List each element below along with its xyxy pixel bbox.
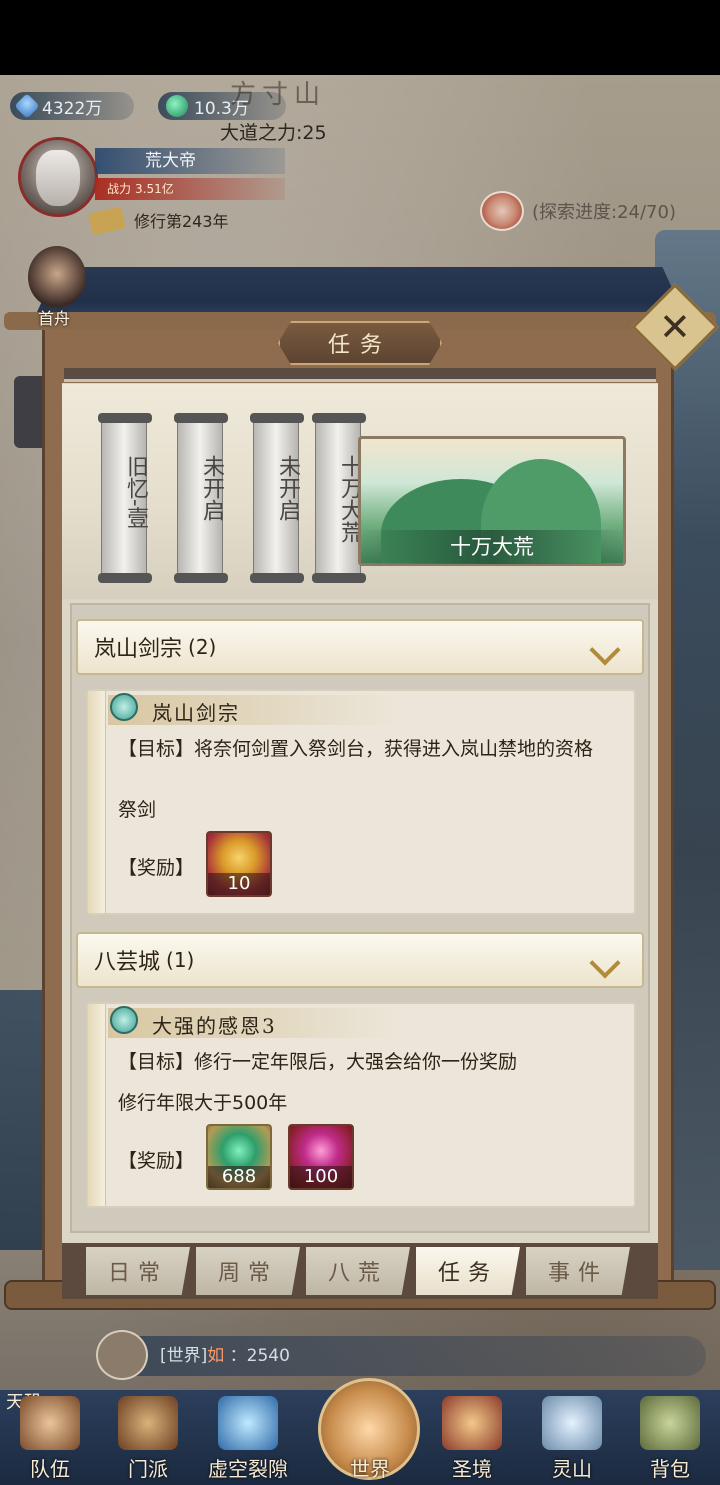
explore-progress-text: (探索进度:24/70) xyxy=(532,202,676,223)
power-label: 战力 xyxy=(107,182,132,196)
close-icon: ✕ xyxy=(659,305,691,349)
chapter-label-1: 旧忆-壹 xyxy=(123,455,148,529)
quest-group-header[interactable]: 八芸城 (1) xyxy=(76,932,644,988)
nav-world[interactable]: 世界 xyxy=(322,1392,418,1484)
group-name: 八芸城 xyxy=(94,950,161,975)
backpack-icon xyxy=(640,1396,700,1450)
reward-orb[interactable]: 100 xyxy=(288,1124,354,1190)
nav-backpack[interactable]: 背包 xyxy=(622,1392,718,1484)
quest-title: 大强的感恩3 xyxy=(152,1014,277,1038)
chevron-down-icon xyxy=(590,948,620,972)
chat-bar[interactable]: [世界]如 ：2540 xyxy=(96,1336,706,1376)
chapter-label-4: 十万大荒 xyxy=(337,455,362,543)
group-name: 岚山剑宗 xyxy=(94,637,183,662)
card-scroll-edge xyxy=(88,1004,106,1206)
chat-channel: [世界] xyxy=(160,1346,208,1366)
active-chapter-label: 十万大荒 xyxy=(360,530,624,564)
quest-subtitle: 修行年限大于500年 xyxy=(118,1092,288,1114)
reward-gold-chest[interactable]: 10 xyxy=(206,831,272,897)
quest-goal: 【目标】修行一定年限后，大强会给你一份奖励 xyxy=(118,1051,518,1073)
location-title: 方寸山 xyxy=(230,80,327,110)
reward-label: 【奖励】 xyxy=(118,1150,195,1172)
companion-avatar[interactable] xyxy=(28,246,86,308)
quest-marker-icon xyxy=(110,693,138,721)
group-count: (2) xyxy=(188,635,217,659)
player-combat-power: 战力 3.51亿 xyxy=(95,178,285,200)
nav-label: 灵山 xyxy=(552,1457,592,1481)
spirit-stone-value: 4322万 xyxy=(42,98,103,119)
card-scroll-edge xyxy=(88,691,106,913)
status-bar-area xyxy=(0,0,720,75)
spirit-stone-counter[interactable]: 4322万 xyxy=(10,92,134,120)
player-name: 荒大帝 xyxy=(95,148,285,174)
panel-top-rail xyxy=(64,368,656,382)
tab-quests[interactable]: 任务 xyxy=(416,1247,520,1295)
quest-marker-icon xyxy=(110,1006,138,1034)
chat-message: ：2540 xyxy=(229,1346,290,1366)
explore-progress[interactable]: (探索进度:24/70) xyxy=(480,190,676,232)
nav-label: 虚空裂隙 xyxy=(208,1457,288,1481)
nav-label: 世界 xyxy=(350,1457,390,1481)
team-icon xyxy=(20,1396,80,1450)
quest-subtitle: 祭剑 xyxy=(118,799,157,821)
quest-goal: 【目标】将奈何剑置入祭剑台，获得进入岚山禁地的资格 xyxy=(118,738,594,760)
spirit-stone-icon xyxy=(14,93,40,119)
nav-label: 队伍 xyxy=(30,1457,70,1481)
holy-realm-icon xyxy=(442,1396,502,1450)
quest-card[interactable]: 大强的感恩3 【目标】修行一定年限后，大强会给你一份奖励 修行年限大于500年 … xyxy=(86,1002,636,1208)
quest-card[interactable]: 岚山剑宗 【目标】将奈何剑置入祭剑台，获得进入岚山禁地的资格 祭剑 【奖励】 1… xyxy=(86,689,636,915)
power-value: 3.51亿 xyxy=(135,182,174,196)
spirit-mountain-icon xyxy=(542,1396,602,1450)
reward-count: 10 xyxy=(208,873,270,895)
chat-icon[interactable] xyxy=(96,1330,148,1380)
void-rift-icon xyxy=(218,1396,278,1450)
chat-speaker: 如 xyxy=(207,1346,225,1366)
panel-title: 任务 xyxy=(278,321,442,365)
tab-daily[interactable]: 日常 xyxy=(86,1247,190,1295)
nav-holy-realm[interactable]: 圣境 xyxy=(424,1392,520,1484)
player-portrait xyxy=(36,150,80,206)
group-count: (1) xyxy=(166,948,195,972)
tab-weekly[interactable]: 周常 xyxy=(196,1247,300,1295)
chapter-label-2: 未开启 xyxy=(199,455,224,521)
reward-count: 688 xyxy=(208,1166,270,1188)
quest-group-header[interactable]: 岚山剑宗 (2) xyxy=(76,619,644,675)
quest-title: 岚山剑宗 xyxy=(152,701,240,725)
nav-spirit-mountain[interactable]: 灵山 xyxy=(524,1392,620,1484)
nav-label: 圣境 xyxy=(452,1457,492,1481)
sect-icon xyxy=(118,1396,178,1450)
reward-jade[interactable]: 688 xyxy=(206,1124,272,1190)
nav-sect[interactable]: 门派 xyxy=(100,1392,196,1484)
reward-count: 100 xyxy=(290,1166,352,1188)
nav-label: 门派 xyxy=(128,1457,168,1481)
chapter-label-3: 未开启 xyxy=(275,455,300,521)
jade-icon xyxy=(166,95,188,117)
dao-power: 大道之力:25 xyxy=(220,122,327,144)
tab-events[interactable]: 事件 xyxy=(526,1247,630,1295)
chevron-down-icon xyxy=(590,635,620,659)
nav-label: 背包 xyxy=(650,1457,690,1481)
tab-bahuang[interactable]: 八荒 xyxy=(306,1247,410,1295)
treasure-chest-icon xyxy=(480,191,524,231)
cultivation-years: 修行第243年 xyxy=(134,212,229,231)
nav-team[interactable]: 队伍 xyxy=(2,1392,98,1484)
nav-void-rift[interactable]: 虚空裂隙 xyxy=(200,1392,296,1484)
companion-label: 首舟 xyxy=(38,309,71,328)
reward-label: 【奖励】 xyxy=(118,857,195,879)
